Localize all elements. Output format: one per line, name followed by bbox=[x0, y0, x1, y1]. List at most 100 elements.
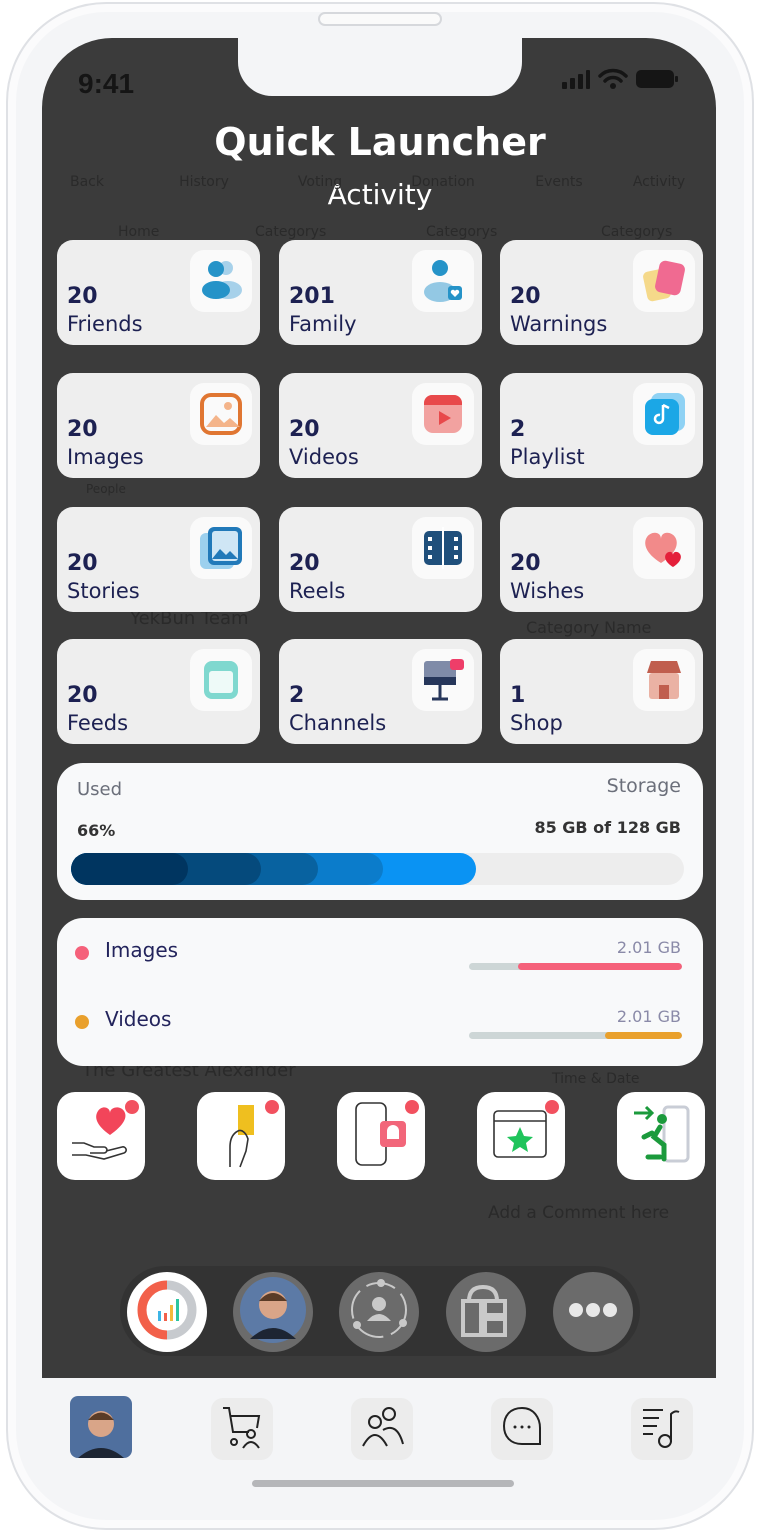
storage-used-label: Used bbox=[77, 779, 123, 800]
tile-count: 2 bbox=[510, 417, 526, 442]
tile-warnings[interactable]: 20 Warnings bbox=[500, 240, 703, 345]
tile-count: 201 bbox=[289, 284, 335, 309]
cart-icon bbox=[219, 1404, 265, 1454]
tile-label: Warnings bbox=[510, 312, 608, 336]
bg-nav-voting: Voting bbox=[297, 174, 343, 190]
warning-cards-icon bbox=[633, 250, 695, 312]
tile-count: 20 bbox=[510, 551, 541, 576]
people-icon bbox=[359, 1404, 405, 1454]
category-row-images[interactable]: Images 2.01 GB bbox=[57, 918, 703, 987]
bg-nav-back: Back bbox=[70, 174, 104, 190]
category-label: Images bbox=[105, 938, 179, 962]
nav-profile-avatar[interactable] bbox=[70, 1396, 132, 1462]
tile-label: Wishes bbox=[510, 579, 585, 603]
tile-shop[interactable]: 1 Shop bbox=[500, 639, 703, 744]
tile-images[interactable]: 20 Images bbox=[57, 373, 260, 478]
comment-input[interactable]: Add a Comment here bbox=[488, 1203, 669, 1223]
tile-count: 20 bbox=[67, 551, 98, 576]
wifi-icon bbox=[598, 68, 628, 89]
tile-videos[interactable]: 20 Videos bbox=[279, 373, 482, 478]
category-usage-card: Images 2.01 GB Videos 2.01 GB bbox=[57, 918, 703, 1066]
tile-count: 1 bbox=[510, 683, 526, 708]
signal-icon bbox=[562, 70, 590, 89]
battery-icon bbox=[636, 70, 678, 88]
dock-analytics-icon[interactable] bbox=[127, 1272, 207, 1352]
notification-badge bbox=[265, 1100, 279, 1114]
tile-playlist[interactable]: 2 Playlist bbox=[500, 373, 703, 478]
notch bbox=[238, 38, 522, 96]
tile-count: 20 bbox=[67, 284, 98, 309]
tile-label: Channels bbox=[289, 711, 387, 735]
notification-badge bbox=[405, 1100, 419, 1114]
status-time: 9:41 bbox=[78, 68, 135, 99]
action-exit-button[interactable] bbox=[617, 1092, 705, 1180]
tile-label: Family bbox=[289, 312, 357, 336]
reels-icon bbox=[412, 517, 474, 579]
tile-reels[interactable]: 20 Reels bbox=[279, 507, 482, 612]
bg-category-name: Category Name bbox=[526, 618, 652, 637]
page-title: Quick Launcher bbox=[214, 120, 546, 164]
storage-segment bbox=[71, 853, 189, 885]
breadcrumb-category: Categorys bbox=[255, 224, 327, 240]
profile-avatar bbox=[70, 1396, 132, 1462]
bg-time-date: Time & Date bbox=[552, 1071, 640, 1087]
breadcrumb-home: Home bbox=[118, 224, 160, 240]
dock-user-network-icon[interactable] bbox=[339, 1272, 419, 1352]
storage-percent: 66% bbox=[77, 821, 116, 840]
storage-title: Storage bbox=[606, 775, 681, 797]
speaker bbox=[318, 12, 442, 26]
more-icon bbox=[558, 1275, 628, 1349]
storage-amount: 85 GB of 128 GB bbox=[534, 818, 681, 837]
home-indicator[interactable] bbox=[252, 1480, 514, 1487]
category-size: 2.01 GB bbox=[616, 1007, 681, 1026]
image-icon bbox=[190, 383, 252, 445]
stories-icon bbox=[190, 517, 252, 579]
storage-card: Used Storage 66% 85 GB of 128 GB bbox=[57, 763, 703, 900]
nav-music-list-icon[interactable] bbox=[631, 1398, 693, 1460]
tile-feeds[interactable]: 20 Feeds bbox=[57, 639, 260, 744]
dock-apps-icon[interactable] bbox=[446, 1272, 526, 1352]
tile-label: Videos bbox=[289, 445, 359, 469]
tile-label: Playlist bbox=[510, 445, 585, 469]
tile-stories[interactable]: 20 Stories bbox=[57, 507, 260, 612]
video-icon bbox=[412, 383, 474, 445]
notification-badge bbox=[545, 1100, 559, 1114]
breadcrumb-category: Categorys bbox=[601, 224, 673, 240]
dock-profile-avatar[interactable] bbox=[233, 1272, 313, 1352]
tile-wishes[interactable]: 20 Wishes bbox=[500, 507, 703, 612]
feeds-icon bbox=[190, 649, 252, 711]
action-calendar-star-button[interactable] bbox=[477, 1092, 565, 1180]
action-donate-heart-button[interactable] bbox=[57, 1092, 145, 1180]
tile-label: Friends bbox=[67, 312, 143, 336]
action-yellow-card-button[interactable] bbox=[197, 1092, 285, 1180]
category-row-videos[interactable]: Videos 2.01 GB bbox=[57, 987, 703, 1056]
breadcrumb-category: Categorys bbox=[426, 224, 498, 240]
tile-label: Feeds bbox=[67, 711, 129, 735]
notification-badge bbox=[125, 1100, 139, 1114]
tile-count: 20 bbox=[289, 551, 320, 576]
category-bar bbox=[469, 1032, 682, 1039]
action-phone-notification-button[interactable] bbox=[337, 1092, 425, 1180]
user-network-icon bbox=[344, 1275, 414, 1349]
playlist-icon bbox=[633, 383, 695, 445]
tile-label: Stories bbox=[67, 579, 140, 603]
nav-cart-icon[interactable] bbox=[211, 1398, 273, 1460]
tile-label: Shop bbox=[510, 711, 563, 735]
analytics-icon bbox=[130, 1273, 204, 1351]
channels-icon bbox=[412, 649, 474, 711]
tile-channels[interactable]: 2 Channels bbox=[279, 639, 482, 744]
exit-icon bbox=[626, 1099, 696, 1173]
shop-icon bbox=[633, 649, 695, 711]
dock-more-icon[interactable] bbox=[553, 1272, 633, 1352]
bg-people: People bbox=[86, 482, 126, 496]
chat-icon bbox=[499, 1404, 545, 1454]
nav-chat-icon[interactable] bbox=[491, 1398, 553, 1460]
tile-count: 20 bbox=[67, 683, 98, 708]
storage-progress-bar bbox=[71, 853, 684, 885]
tile-family[interactable]: 201 Family bbox=[279, 240, 482, 345]
nav-people-icon[interactable] bbox=[351, 1398, 413, 1460]
tile-count: 2 bbox=[289, 683, 305, 708]
bg-nav-activity: Activity bbox=[632, 174, 686, 190]
tile-friends[interactable]: 20 Friends bbox=[57, 240, 260, 345]
profile-avatar bbox=[238, 1275, 308, 1349]
